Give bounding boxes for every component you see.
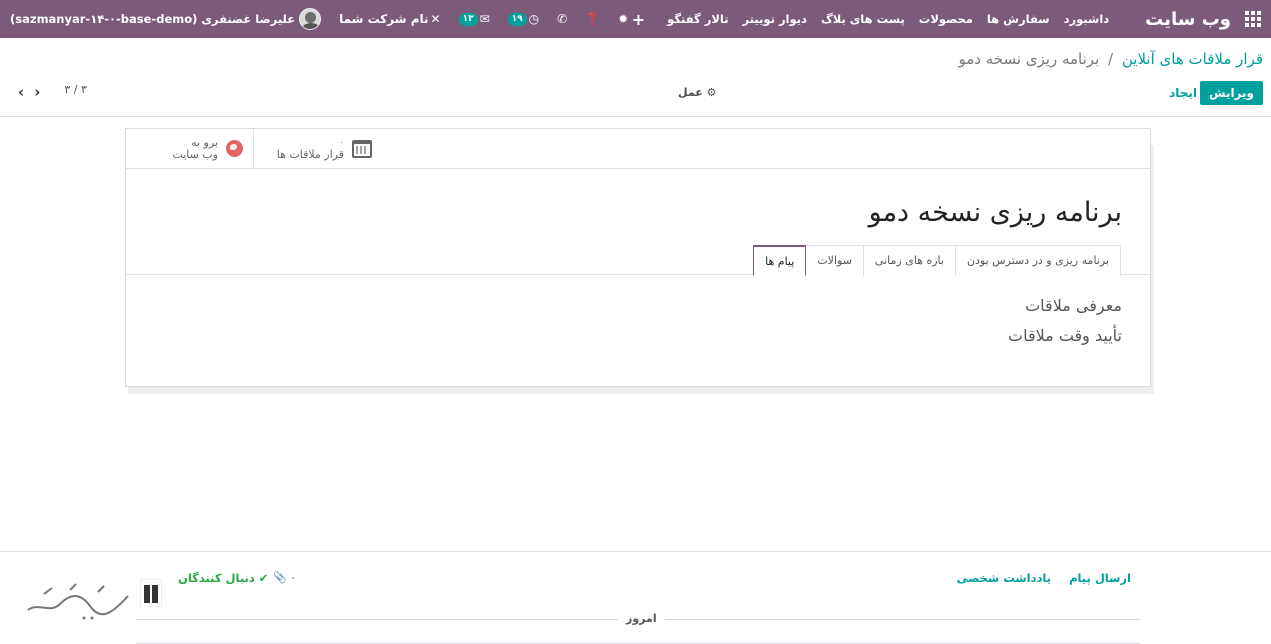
menu-item-blog-posts[interactable]: پست های بلاگ	[821, 12, 905, 26]
gear-icon: ⚙	[706, 86, 717, 99]
send-message-button[interactable]: ارسال پیام	[1069, 571, 1131, 585]
tab-time-slots[interactable]: بازه های زمانی	[862, 245, 956, 276]
pause-icon[interactable]	[140, 579, 162, 607]
messages-count-badge: ۱۳	[458, 12, 478, 26]
meetings-smart-button[interactable]: ۰ قرار ملاقات ها	[253, 129, 382, 168]
form-sheet: ۰ قرار ملاقات ها برو به وب سایت برنامه ر…	[125, 128, 1151, 387]
attachments-button[interactable]: 📎 ۰	[273, 571, 296, 584]
breadcrumb-parent[interactable]: قرار ملاقات های آنلاین	[1122, 50, 1263, 68]
main-navbar: وب سایت داشبورد سفارش ها محصولات پست های…	[0, 0, 1271, 38]
pager-next-icon[interactable]: ›	[34, 83, 40, 101]
phone-icon[interactable]: ✆	[557, 12, 567, 26]
action-label: عمل	[678, 86, 703, 99]
help-icon[interactable]: ❓	[585, 12, 600, 26]
check-icon: ✔	[258, 571, 269, 585]
edit-button[interactable]: ویرایش	[1199, 81, 1263, 105]
breadcrumb: قرار ملاقات های آنلاین / برنامه ریزی نسخ…	[958, 50, 1263, 68]
main-menu: داشبورد سفارش ها محصولات پست های بلاگ دی…	[667, 12, 1109, 26]
record-title: برنامه ریزی نسخه دمو	[868, 197, 1122, 228]
bug-icon[interactable]: ✹	[618, 12, 628, 26]
user-avatar	[299, 8, 322, 30]
create-button[interactable]: ایجاد	[1169, 86, 1197, 100]
paperclip-icon: 📎	[273, 571, 287, 584]
globe-icon	[226, 140, 243, 157]
chatter: ارسال پیام یادداشت شخصی 📎 ۰ ✔ دنبال کنند…	[0, 551, 1271, 644]
go-to-website-button[interactable]: برو به وب سایت	[126, 129, 253, 168]
intro-field-label: معرفی ملاقات	[1025, 296, 1122, 315]
breadcrumb-current: برنامه ریزی نسخه دمو	[958, 50, 1100, 68]
chat-icon: ✉	[479, 12, 490, 26]
menu-item-products[interactable]: محصولات	[919, 12, 973, 26]
smart-button-box: ۰ قرار ملاقات ها برو به وب سایت	[126, 129, 1150, 169]
followers-button[interactable]: ✔ دنبال کنندگان	[178, 571, 268, 585]
notebook-tabs: برنامه ریزی و در دسترس بودن بازه های زما…	[753, 245, 1121, 276]
calendar-icon	[352, 139, 372, 158]
tab-scheduling-availability[interactable]: برنامه ریزی و در دسترس بودن	[954, 245, 1121, 276]
date-separator-today: امروز	[618, 612, 665, 625]
activity-count-badge: ۱۹	[507, 12, 527, 26]
activity-menu[interactable]: ◷ ۱۹	[507, 12, 540, 26]
action-dropdown[interactable]: ⚙ عمل	[678, 86, 716, 99]
chatter-topbar: ارسال پیام یادداشت شخصی	[957, 571, 1131, 585]
pager: ‹ › ۳ / ۳	[18, 83, 87, 102]
user-menu[interactable]: علیرضا غضنفری (sazmanyar-۱۴-۰-base-demo)	[10, 8, 322, 30]
website-label-line2: وب سایت	[172, 147, 218, 161]
confirmation-field-label: تأیید وقت ملاقات	[1008, 326, 1122, 345]
clock-icon: ◷	[528, 12, 540, 26]
apps-menu-icon[interactable]	[1245, 11, 1261, 27]
attachments-count: ۰	[290, 571, 297, 584]
tools-icon: ✕	[430, 12, 441, 26]
systray: ✹ ❓ ✆ ◷ ۱۹ ✉ ۱۳ ✕ نام شرکت شما علیرضا غض…	[10, 8, 628, 30]
company-name: نام شرکت شما	[339, 12, 429, 26]
meetings-label: قرار ملاقات ها	[276, 147, 344, 161]
messages-menu[interactable]: ✉ ۱۳	[458, 12, 490, 26]
log-note-button[interactable]: یادداشت شخصی	[957, 571, 1051, 585]
website-label-line1: برو به	[191, 135, 218, 149]
menu-item-twitter-wall[interactable]: دیوار توییتر	[743, 12, 807, 26]
menu-item-dashboard[interactable]: داشبورد	[1064, 12, 1110, 26]
control-panel: قرار ملاقات های آنلاین / برنامه ریزی نسخ…	[0, 38, 1271, 117]
app-brand[interactable]: وب سایت	[1145, 9, 1231, 30]
messages-tab-content: معرفی ملاقات تأیید وقت ملاقات	[1008, 291, 1122, 351]
switch-company-menu[interactable]: ✕ نام شرکت شما	[339, 12, 441, 26]
add-menu-button[interactable]: +	[632, 10, 645, 29]
followers-label: دنبال کنندگان	[178, 571, 255, 585]
breadcrumb-separator: /	[1108, 50, 1114, 68]
menu-item-orders[interactable]: سفارش ها	[987, 12, 1050, 26]
user-name: علیرضا غضنفری (sazmanyar-۱۴-۰-base-demo)	[10, 12, 296, 26]
tab-questions[interactable]: سوالات	[805, 245, 864, 276]
menu-item-forum[interactable]: تالار گفتگو	[667, 12, 728, 26]
pager-previous-icon[interactable]: ‹	[18, 83, 24, 101]
pager-value[interactable]: ۳ / ۳	[64, 83, 87, 96]
tab-messages[interactable]: پیام ها	[753, 245, 807, 276]
logo-watermark-icon	[27, 583, 129, 620]
